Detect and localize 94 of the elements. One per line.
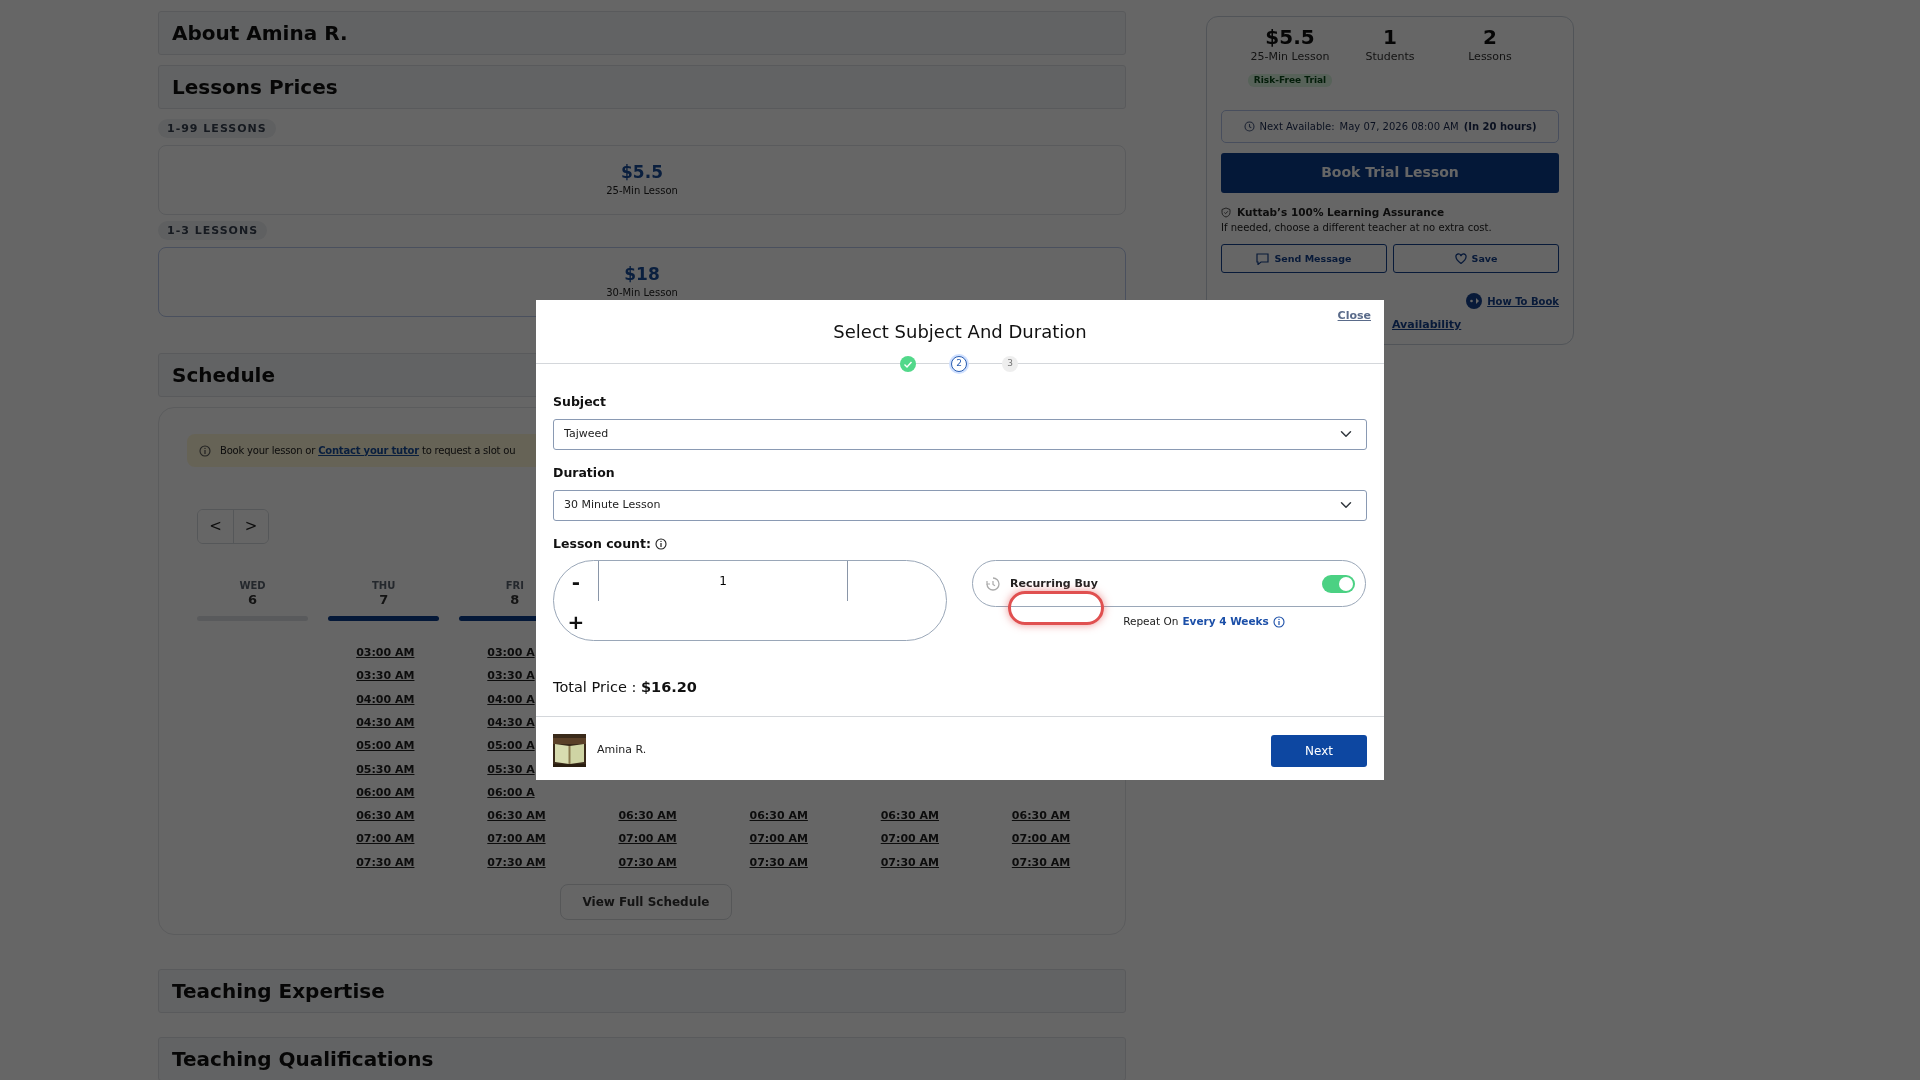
clock-icon — [1243, 120, 1255, 132]
tier-label: 1-99 LESSONS — [158, 119, 276, 138]
time-slot-link[interactable]: 07:00 AM — [356, 827, 450, 851]
tier-label: 1-3 LESSONS — [158, 221, 268, 240]
stat-label: Lessons — [1467, 49, 1513, 65]
stat-value: 1 — [1382, 25, 1398, 49]
next-available-relative: (In 20 hours) — [1463, 119, 1537, 134]
step-indicator: 2 — [951, 356, 967, 372]
time-slot-link[interactable]: 07:00 AM — [487, 827, 581, 851]
time-slot-link[interactable]: 07:00 AM — [880, 827, 974, 851]
recurring-label: Recurring Buy — [1010, 575, 1099, 592]
count-field[interactable]: 1 — [598, 561, 848, 602]
time-slot-link[interactable]: 07:00 AM — [618, 827, 712, 851]
repeat-label: Repeat On — [1123, 614, 1179, 630]
weekday-label: THU — [372, 579, 396, 593]
next-week-button[interactable]: > — [233, 510, 268, 543]
price-unit: 25-Min Lesson — [606, 183, 678, 198]
stat-value: 2 — [1482, 25, 1498, 49]
day-number: 6 — [248, 593, 258, 608]
stat-label: Students — [1364, 49, 1416, 65]
subject-select[interactable]: Tajweed — [553, 418, 1367, 450]
tutor-name: Amina R. — [597, 742, 648, 759]
close-link[interactable]: Close — [1337, 308, 1371, 325]
shield-icon — [1221, 206, 1231, 218]
time-slot-link[interactable]: 07:00 AM — [1011, 827, 1105, 851]
check-icon — [903, 360, 913, 368]
time-slot-link[interactable]: 06:30 AM — [880, 804, 974, 828]
section-title: Lessons Prices — [172, 74, 338, 101]
step-indicator: 3 — [1002, 356, 1018, 372]
time-slot-link[interactable]: 05:30 AM — [356, 757, 450, 781]
next-available-label: Next Available: — [1259, 119, 1335, 134]
how-to-book-link[interactable]: How To Book — [1487, 293, 1559, 309]
time-slot-link[interactable]: 06:30 AM — [1011, 804, 1105, 828]
day-number: 7 — [379, 593, 389, 608]
time-slot-link[interactable]: 06:30 AM — [487, 804, 581, 828]
time-slot-link[interactable]: 07:30 AM — [749, 850, 843, 874]
price-unit: 30-Min Lesson — [606, 285, 678, 300]
time-slot-link[interactable]: 07:00 AM — [749, 827, 843, 851]
chat-bubble-icon — [1256, 252, 1270, 265]
price-card[interactable]: $5.5 25-Min Lesson — [158, 145, 1126, 215]
section-title: About Amina R. — [172, 20, 348, 47]
stat-value: $5.5 — [1264, 25, 1316, 49]
time-slot-link[interactable]: 06:00 AM — [356, 780, 450, 805]
time-slot-link[interactable]: 07:30 AM — [880, 850, 974, 874]
time-slot-link[interactable]: 07:30 AM — [487, 850, 581, 874]
field-label: Duration — [553, 463, 616, 482]
time-slot-link[interactable]: 06:30 AM — [356, 804, 450, 828]
recurring-toggle[interactable] — [1322, 574, 1355, 593]
send-message-button[interactable]: Send Message — [1221, 244, 1387, 274]
day-number: 8 — [510, 593, 520, 608]
save-button[interactable]: Save — [1393, 244, 1559, 274]
section-title: Teaching Qualifications — [172, 1046, 434, 1073]
book-trial-button[interactable]: Book Trial Lesson — [1221, 152, 1559, 193]
time-slot-link[interactable]: 04:00 AM — [356, 687, 450, 711]
contact-link[interactable]: Contact your tutor — [318, 445, 419, 456]
info-icon — [654, 537, 667, 550]
weekday-label: FRI — [505, 579, 524, 593]
history-icon — [985, 575, 1001, 592]
duration-select[interactable]: 30 Minute Lesson — [553, 489, 1367, 521]
price-value: $18 — [624, 264, 660, 285]
help-play-icon — [1466, 293, 1483, 310]
total-price: Total Price : $16.20 — [553, 678, 698, 698]
time-slot-link[interactable]: 05:00 AM — [356, 734, 450, 758]
time-slot-link[interactable]: 07:30 AM — [618, 850, 712, 874]
time-slot-link[interactable]: 03:00 AM — [356, 641, 450, 665]
next-button[interactable]: Next — [1271, 734, 1367, 767]
field-label: Lesson count: — [553, 534, 651, 553]
decrement-button[interactable]: - — [554, 561, 598, 604]
assurance-title: Kuttab’s 100% Learning Assurance — [1237, 204, 1445, 220]
info-icon — [1272, 616, 1285, 629]
price-value: $5.5 — [621, 162, 663, 183]
increment-button[interactable]: + — [554, 603, 598, 642]
view-schedule-button[interactable]: View Full Schedule — [559, 884, 733, 920]
section-title: Teaching Expertise — [172, 978, 385, 1005]
section-title: Schedule — [172, 362, 276, 389]
field-label: Subject — [553, 393, 607, 411]
trial-badge: Risk-Free Trial — [1247, 73, 1333, 87]
assurance-text: If needed, choose a different teacher at no extra cost. — [1221, 221, 1493, 236]
heart-icon — [1454, 253, 1467, 265]
repeat-interval[interactable]: Every 4 Weeks — [1182, 614, 1269, 630]
time-slot-link[interactable]: 07:30 AM — [356, 850, 450, 874]
modal-title: Select Subject And Duration — [833, 320, 1087, 344]
time-slot-link[interactable]: 06:00 A — [487, 780, 581, 805]
time-slot-link[interactable]: 04:30 AM — [356, 710, 450, 735]
info-icon — [199, 444, 211, 457]
time-slot-link[interactable]: 06:30 AM — [749, 804, 843, 828]
next-available-date: May 07, 2026 08:00 AM — [1339, 119, 1459, 134]
weekday-label: WED — [239, 579, 266, 593]
time-slot-link[interactable]: 06:30 AM — [618, 804, 712, 828]
notice-text: Book your lesson or Contact your tutor to request a slot ou — [220, 444, 516, 458]
time-slot-link[interactable]: 07:30 AM — [1011, 850, 1105, 874]
availability-link[interactable]: Availability — [1392, 318, 1462, 332]
stat-label: 25-Min Lesson — [1249, 49, 1331, 65]
time-slot-link[interactable]: 03:30 AM — [356, 664, 450, 688]
